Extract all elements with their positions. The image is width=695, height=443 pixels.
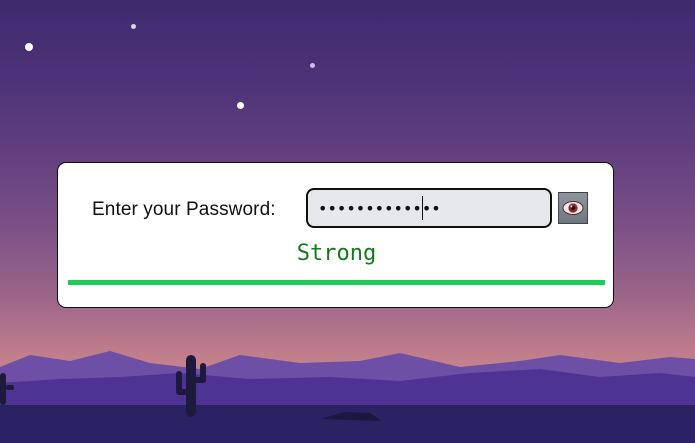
password-input[interactable] [306, 188, 552, 228]
star [310, 63, 315, 68]
star [25, 43, 33, 51]
password-label: Enter your Password: [92, 199, 276, 220]
text-caret [422, 196, 423, 220]
star [131, 24, 136, 29]
strength-bar [68, 280, 605, 285]
strength-bar-fill [68, 280, 605, 285]
eye-icon [562, 201, 584, 215]
star [237, 102, 244, 109]
show-password-button[interactable] [558, 192, 588, 224]
desert-floor [0, 405, 695, 443]
password-card: Enter your Password: Strong [57, 162, 614, 308]
desert-landscape [0, 351, 695, 443]
strength-text: Strong [296, 241, 377, 266]
